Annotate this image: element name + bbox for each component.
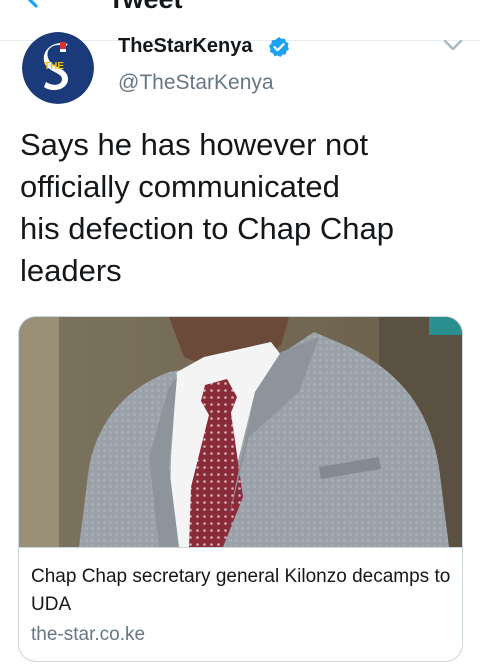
chevron-down-icon [443, 39, 463, 51]
more-options-button[interactable] [440, 34, 466, 56]
tweet-text-line: leaders [20, 253, 122, 288]
tweet-text-line: his defection to Chap Chap [20, 211, 394, 246]
author-name[interactable]: TheStarKenya [118, 34, 253, 58]
the-star-logo: THE [22, 32, 94, 104]
tweet-text: Says he has however not officially commu… [20, 124, 460, 292]
card-divider [19, 547, 462, 548]
author-handle[interactable]: @TheStarKenya [118, 70, 274, 96]
link-preview-card[interactable]: Chap Chap secretary general Kilonzo deca… [18, 316, 463, 662]
tweet-text-line: officially communicated [20, 169, 340, 204]
svg-text:THE: THE [44, 61, 64, 72]
avatar[interactable]: THE [22, 32, 94, 104]
card-title[interactable]: Chap Chap secretary general Kilonzo deca… [31, 563, 451, 619]
back-arrow-icon [27, 0, 38, 8]
back-button[interactable] [20, 0, 60, 18]
card-domain[interactable]: the-star.co.ke [31, 623, 145, 647]
tweet-page: Tweet THE TheStarKenya @TheStarKenya Say… [0, 0, 480, 664]
card-image[interactable] [19, 317, 462, 547]
tweet-text-line: Says he has however not [20, 127, 369, 162]
verified-badge-icon [268, 36, 290, 58]
page-title: Tweet [108, 0, 183, 14]
